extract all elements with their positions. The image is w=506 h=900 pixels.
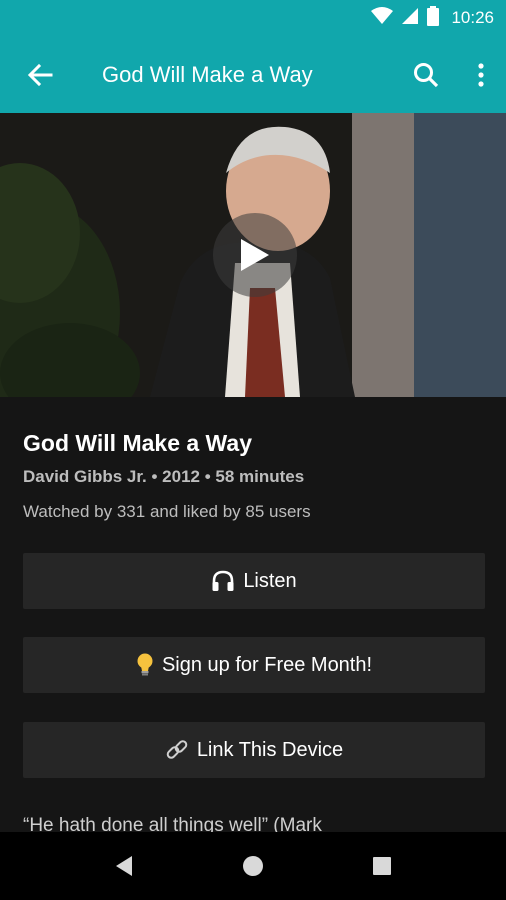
video-player[interactable] <box>0 113 506 397</box>
play-button[interactable] <box>213 213 297 297</box>
headphones-icon <box>212 570 234 591</box>
video-meta: David Gibbs Jr. • 2012 • 58 minutes <box>23 467 305 486</box>
search-button[interactable] <box>396 36 456 113</box>
nav-recents-icon <box>372 857 391 875</box>
video-details: God Will Make a Way David Gibbs Jr. • 20… <box>23 397 485 522</box>
back-button[interactable] <box>0 36 80 113</box>
battery-icon <box>427 5 440 31</box>
overflow-menu-button[interactable] <box>456 36 506 113</box>
app-bar-title: God Will Make a Way <box>102 61 313 87</box>
wifi-icon <box>371 6 394 30</box>
system-navigation-bar <box>0 832 506 900</box>
nav-back-button[interactable] <box>94 836 154 896</box>
sign-up-label: Sign up for Free Month! <box>161 653 373 676</box>
arrow-back-icon <box>27 63 53 86</box>
listen-button[interactable]: Listen <box>23 553 485 609</box>
link-device-button[interactable]: Link This Device <box>23 722 485 778</box>
video-title: God Will Make a Way <box>23 430 252 456</box>
play-icon <box>241 239 269 271</box>
status-clock: 10:26 <box>451 8 494 27</box>
sign-up-button[interactable]: Sign up for Free Month! <box>23 637 485 693</box>
listen-label: Listen <box>243 569 297 592</box>
cell-signal-icon <box>401 7 419 30</box>
lightbulb-icon <box>137 653 153 676</box>
app-bar: God Will Make a Way <box>0 36 506 113</box>
search-icon <box>414 62 439 87</box>
more-vert-icon <box>478 62 484 87</box>
nav-home-button[interactable] <box>223 836 283 896</box>
link-device-label: Link This Device <box>196 738 344 761</box>
nav-recents-button[interactable] <box>352 836 412 896</box>
status-bar: 10:26 <box>0 0 506 36</box>
link-icon <box>166 740 188 759</box>
nav-home-icon <box>242 856 263 876</box>
video-stats: Watched by 331 and liked by 85 users <box>23 502 311 521</box>
nav-back-icon <box>116 856 133 876</box>
